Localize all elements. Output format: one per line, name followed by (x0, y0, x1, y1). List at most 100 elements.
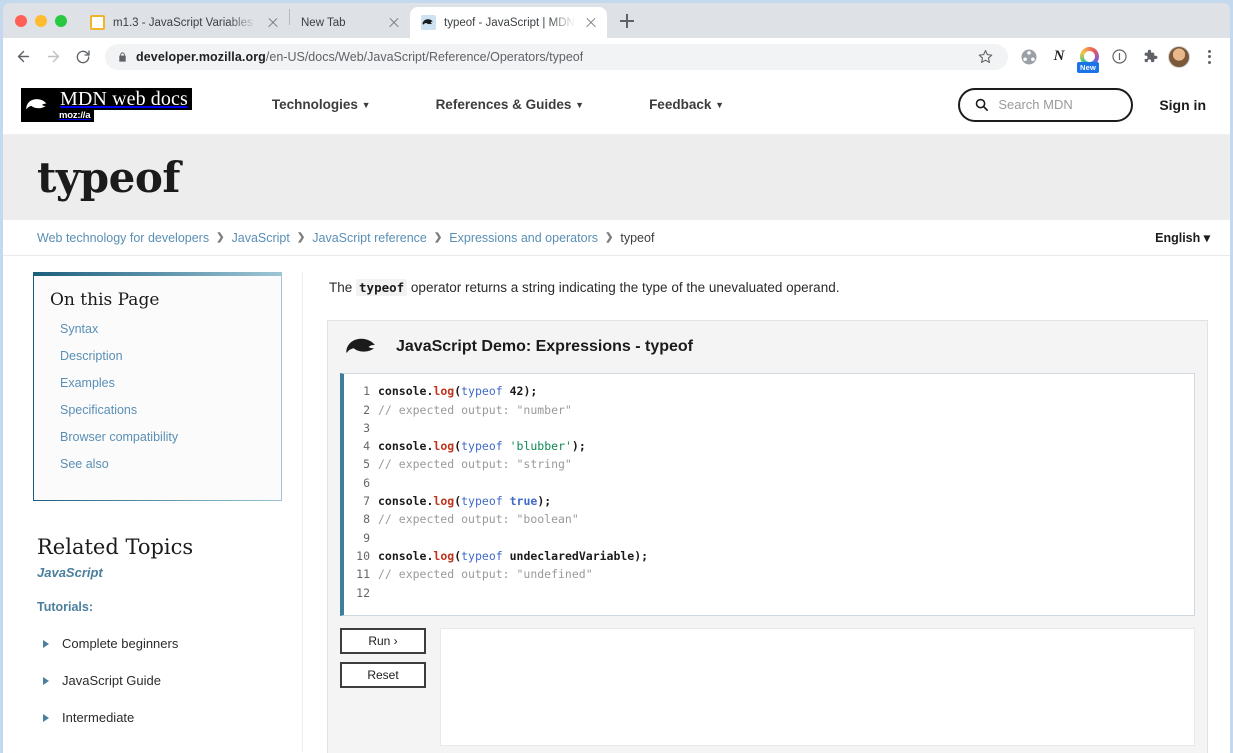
code-line: 8 // expected output: "boolean" (344, 510, 1194, 528)
line-number: 1 (363, 384, 370, 399)
browser-tab-2[interactable]: New Tab (290, 7, 410, 38)
run-button[interactable]: Run › (340, 628, 426, 655)
related-topic-javascript[interactable]: JavaScript (37, 565, 282, 580)
back-icon[interactable] (9, 43, 37, 71)
reset-button[interactable]: Reset (340, 662, 426, 689)
line-number: 12 (356, 585, 370, 600)
code-editor[interactable]: 1 console.log(typeof 42); 2 // expected out… (340, 373, 1195, 617)
on-this-page-card: On this Page Syntax Description Examples… (33, 272, 282, 501)
mdn-logo[interactable]: MDN web docs moz://a (21, 87, 192, 122)
token-fn: log (433, 548, 455, 563)
breadcrumb-band: Web technology for developers ❯ JavaScri… (3, 220, 1230, 256)
address-bar[interactable]: developer.mozilla.org/en-US/docs/Web/Jav… (105, 43, 1008, 70)
code-line: 2 // expected output: "number" (344, 401, 1194, 419)
browser-tab-3-active[interactable]: typeof - JavaScript | MDN (410, 7, 607, 38)
token-kw: typeof (461, 439, 503, 454)
grammarly-extension-icon[interactable]: New (1076, 44, 1102, 73)
search-input[interactable] (998, 97, 1118, 112)
line-number: 7 (363, 494, 370, 509)
maximize-window-button[interactable] (55, 14, 67, 27)
mdn-site-header: MDN web docs moz://a Technologies ▼ Refe… (3, 75, 1230, 135)
chevron-right-icon: ❯ (216, 232, 225, 243)
browser-tab-1[interactable]: m1.3 - JavaScript Variables - C (79, 7, 289, 38)
breadcrumb-item-1[interactable]: JavaScript (232, 231, 290, 245)
sidebar-item-see-also[interactable]: See also (60, 457, 109, 471)
chevron-down-icon: ▼ (361, 100, 371, 110)
token-obj: console (378, 548, 427, 563)
page-title-band: typeof (3, 135, 1230, 220)
language-selector[interactable]: English ▾ (1155, 230, 1210, 245)
token-punc: ); (634, 548, 649, 563)
search-box[interactable] (958, 87, 1134, 122)
chevron-down-icon: ▼ (575, 100, 585, 110)
token-kw: typeof (461, 494, 503, 509)
sign-in-link[interactable]: Sign in (1159, 97, 1206, 113)
code-text: // expected output: "undefined" (378, 565, 593, 583)
new-tab-button[interactable] (613, 7, 641, 35)
line-number: 9 (363, 530, 370, 545)
tutorial-item-complete-beginners[interactable]: Complete beginners (37, 636, 282, 651)
code-line: 1 console.log(typeof 42); (344, 382, 1194, 400)
notability-extension-icon[interactable]: N (1046, 44, 1072, 70)
sidebar-item-specifications[interactable]: Specifications (60, 403, 137, 417)
minimize-window-button[interactable] (35, 14, 47, 27)
breadcrumb-item-0[interactable]: Web technology for developers (37, 231, 209, 245)
chevron-right-icon: ❯ (296, 232, 306, 243)
nav-item-feedback[interactable]: Feedback ▼ (649, 97, 724, 112)
circle-puzzle-icon[interactable] (1016, 44, 1042, 70)
token-fn: log (433, 494, 455, 509)
demo-header: JavaScript Demo: Expressions - typeof (340, 335, 1195, 373)
close-icon[interactable] (386, 15, 402, 31)
list-item: Description (60, 347, 265, 365)
web-page: MDN web docs moz://a Technologies ▼ Refe… (3, 75, 1230, 753)
token-kw: typeof (461, 548, 503, 563)
close-icon[interactable] (265, 15, 281, 31)
tutorials-label: Tutorials: (37, 600, 94, 614)
bookmark-star-icon[interactable] (972, 44, 998, 70)
forward-icon[interactable] (39, 43, 67, 71)
sidebar-item-examples[interactable]: Examples (60, 376, 115, 390)
sidebar-item-description[interactable]: Description (60, 349, 123, 363)
close-icon[interactable] (583, 15, 599, 31)
reload-icon[interactable] (69, 43, 97, 71)
token-bool: true (509, 494, 538, 509)
mdn-header-right: Sign in (958, 87, 1206, 122)
code-line: 7 console.log(typeof true); (344, 492, 1194, 510)
token-punc: ); (537, 494, 552, 509)
sidebar: On this Page Syntax Description Examples… (3, 272, 303, 752)
code-line: 10 console.log(typeof undeclaredVariable)… (344, 547, 1194, 565)
code-text: // expected output: "boolean" (378, 510, 579, 528)
tutorial-item-javascript-guide[interactable]: JavaScript Guide (37, 673, 282, 688)
lock-icon (117, 51, 128, 63)
article-body: The typeof operator returns a string ind… (303, 272, 1230, 753)
profile-avatar-icon[interactable] (1166, 44, 1192, 70)
browser-toolbar: developer.mozilla.org/en-US/docs/Web/Jav… (3, 38, 1230, 75)
nav-item-references-guides[interactable]: References & Guides ▼ (436, 97, 585, 112)
desktop-backdrop: m1.3 - JavaScript Variables - C New Tab … (0, 0, 1233, 753)
close-window-button[interactable] (15, 14, 27, 27)
nav-label: Feedback (649, 97, 712, 112)
pocket-extension-icon[interactable] (1106, 44, 1132, 70)
breadcrumb-item-3[interactable]: Expressions and operators (449, 231, 598, 245)
line-number: 6 (363, 475, 370, 490)
code-line: 9 (344, 529, 1194, 547)
line-number: 8 (363, 512, 370, 527)
demo-output-panel (440, 628, 1195, 747)
triangle-right-icon (43, 713, 49, 722)
code-text: console.log(typeof true); (378, 492, 551, 510)
extensions-puzzle-icon[interactable] (1136, 44, 1162, 70)
sidebar-item-browser-compatibility[interactable]: Browser compatibility (60, 430, 178, 444)
tab-title: m1.3 - JavaScript Variables - C (113, 16, 257, 29)
sidebar-item-syntax[interactable]: Syntax (60, 322, 98, 336)
browser-window: m1.3 - JavaScript Variables - C New Tab … (3, 3, 1230, 753)
nav-item-technologies[interactable]: Technologies ▼ (272, 97, 371, 112)
code-line: 3 (344, 419, 1194, 437)
chrome-menu-icon[interactable] (1196, 44, 1222, 70)
tutorial-item-intermediate[interactable]: Intermediate (37, 710, 282, 725)
mdn-icon (421, 15, 436, 30)
breadcrumb-item-2[interactable]: JavaScript reference (312, 231, 427, 245)
